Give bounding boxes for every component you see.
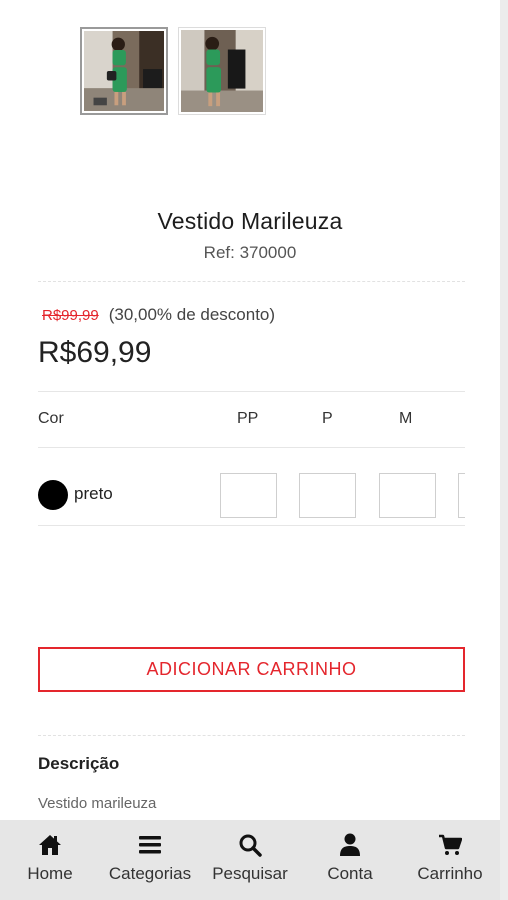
description-title: Descrição	[38, 754, 120, 773]
discount-text: (30,00% de desconto)	[108, 305, 276, 324]
nav-categorias[interactable]: Categorias	[100, 820, 200, 900]
nav-categorias-label: Categorias	[108, 864, 192, 883]
nav-carrinho-label: Carrinho	[417, 864, 483, 883]
current-price: R$69,99	[38, 336, 152, 369]
bottom-navigation: Home Categorias Pesquisar Conta Carrinho	[0, 820, 500, 900]
color-column-header: Cor	[38, 410, 64, 427]
size-header-m: M	[399, 410, 413, 427]
description-text: Vestido marileuza	[38, 795, 157, 812]
thumbnail-1[interactable]	[80, 27, 168, 115]
divider	[38, 525, 465, 526]
product-photo-front	[84, 31, 164, 111]
quantity-input-p[interactable]	[299, 473, 356, 518]
nav-carrinho[interactable]: Carrinho	[400, 820, 500, 900]
nav-conta[interactable]: Conta	[300, 820, 400, 900]
quantity-input-m[interactable]	[379, 473, 436, 518]
divider	[38, 735, 465, 736]
color-swatch-preto	[38, 480, 68, 510]
search-icon	[237, 832, 263, 858]
nav-home-label: Home	[27, 864, 73, 883]
cart-icon	[437, 832, 463, 858]
divider	[38, 391, 465, 392]
price-discount-line: R$99,99 (30,00% de desconto)	[42, 305, 275, 325]
user-icon	[337, 832, 363, 858]
product-page: Vestido Marileuza Ref: 370000 R$99,99 (30…	[0, 0, 500, 900]
quantity-input-next[interactable]	[458, 473, 465, 518]
nav-pesquisar[interactable]: Pesquisar	[200, 820, 300, 900]
product-title: Vestido Marileuza	[157, 208, 343, 234]
size-header-pp: PP	[237, 410, 259, 427]
quantity-input-pp[interactable]	[220, 473, 277, 518]
home-icon	[37, 832, 63, 858]
menu-icon	[137, 832, 163, 858]
nav-pesquisar-label: Pesquisar	[212, 864, 288, 883]
add-to-cart-button[interactable]: ADICIONAR CARRINHO	[38, 647, 465, 692]
old-price: R$99,99	[42, 307, 99, 324]
divider	[38, 281, 465, 282]
size-header-p: P	[322, 410, 333, 427]
divider	[38, 447, 465, 448]
nav-conta-label: Conta	[327, 864, 373, 883]
product-photo-back	[181, 30, 263, 112]
product-ref: Ref: 370000	[203, 243, 297, 262]
thumbnail-2[interactable]	[178, 27, 266, 115]
image-thumbnails	[80, 27, 266, 115]
nav-home[interactable]: Home	[0, 820, 100, 900]
color-name: preto	[74, 484, 113, 503]
